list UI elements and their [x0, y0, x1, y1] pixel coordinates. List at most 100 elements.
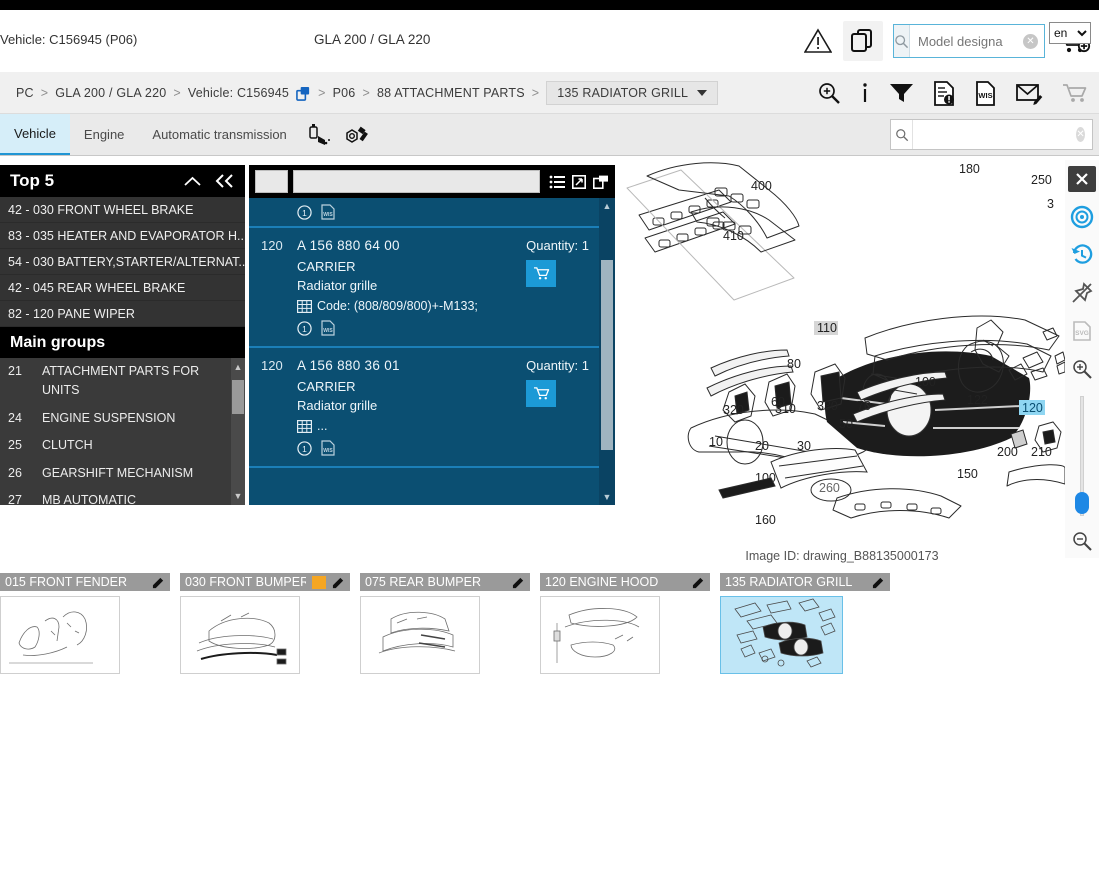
cart-icon[interactable]: [1062, 82, 1089, 105]
edit-icon[interactable]: [152, 576, 165, 589]
info-circle-icon[interactable]: 1: [297, 440, 312, 456]
breadcrumb-current-dropdown[interactable]: 135 RADIATOR GRILL: [546, 81, 719, 105]
scrollbar-thumb[interactable]: [232, 380, 244, 414]
sidebar-item-group-27[interactable]: 27 MB AUTOMATIC: [0, 487, 245, 505]
top5-header: Top 5: [0, 165, 245, 197]
top5-item-3[interactable]: 42 - 045 REAR WHEEL BRAKE: [0, 275, 245, 301]
chevron-double-left-icon[interactable]: [215, 174, 235, 188]
clear-tab-search-icon[interactable]: ✕: [1076, 127, 1085, 142]
filter-icon[interactable]: [889, 81, 914, 105]
part-row-partial[interactable]: 1 WIS: [249, 198, 615, 228]
wis-icon[interactable]: WIS: [321, 204, 335, 220]
document-alert-icon[interactable]: [933, 80, 956, 106]
thumbnail-image[interactable]: [360, 596, 480, 674]
tab-vehicle[interactable]: Vehicle: [0, 114, 70, 155]
group-number: 25: [8, 438, 22, 453]
svg-text:1: 1: [302, 207, 307, 217]
zoom-out-icon[interactable]: [1069, 528, 1095, 554]
info-circle-icon[interactable]: 1: [297, 204, 312, 220]
part-row[interactable]: 120 A 156 880 64 00 CARRIER Radiator gri…: [249, 228, 615, 348]
breadcrumb-copy-icon[interactable]: [296, 86, 311, 101]
top5-item-0[interactable]: 42 - 030 FRONT WHEEL BRAKE: [0, 197, 245, 223]
thumbnail-caption[interactable]: 030 FRONT BUMPER: [180, 573, 350, 591]
copy-icon[interactable]: [843, 21, 883, 61]
sidebar-scrollbar[interactable]: ▲ ▼: [231, 358, 245, 505]
breadcrumb-item-model[interactable]: GLA 200 / GLA 220: [55, 86, 166, 100]
list-view-icon[interactable]: [549, 175, 565, 189]
thumbnail-image[interactable]: [720, 596, 843, 674]
mail-edit-icon[interactable]: [1016, 82, 1043, 105]
thumbnail-caption[interactable]: 120 ENGINE HOOD: [540, 573, 710, 591]
zoom-slider-knob[interactable]: [1075, 492, 1089, 514]
warning-triangle-icon[interactable]: [803, 26, 833, 56]
part-quantity-label: Quantity: 1: [526, 238, 589, 253]
edit-icon[interactable]: [512, 576, 525, 589]
paint-spray-icon[interactable]: [307, 123, 333, 147]
zoom-slider[interactable]: [1075, 396, 1089, 516]
svg-icon[interactable]: SVG: [1069, 318, 1095, 344]
top5-item-1[interactable]: 83 - 035 HEATER AND EVAPORATOR H...: [0, 223, 245, 249]
sidebar-item-group-21[interactable]: 21 ATTACHMENT PARTS FOR UNITS: [0, 358, 245, 405]
parts-filter-small-input[interactable]: [255, 170, 288, 193]
add-to-cart-button[interactable]: [526, 380, 557, 407]
wis-icon[interactable]: WIS: [321, 320, 335, 336]
info-icon[interactable]: [860, 81, 870, 105]
sidebar-item-group-24[interactable]: 24 ENGINE SUSPENSION: [0, 405, 245, 432]
drawing-area: 400 410 100 110 110 180 250 3: [619, 160, 1099, 560]
language-select[interactable]: en: [1049, 22, 1091, 44]
close-icon[interactable]: [1068, 166, 1096, 192]
tab-search-input[interactable]: [913, 121, 1077, 148]
sidebar-item-group-26[interactable]: 26 GEARSHIFT MECHANISM: [0, 460, 245, 487]
breadcrumb-item-p06[interactable]: P06: [333, 86, 356, 100]
thumbnail-image[interactable]: [180, 596, 300, 674]
breadcrumb-item-vehicle[interactable]: Vehicle: C156945: [188, 86, 289, 100]
tab-search-box[interactable]: ✕: [890, 119, 1093, 150]
svg-text:160: 160: [755, 513, 776, 527]
sidebar-item-group-25[interactable]: 25 CLUTCH: [0, 432, 245, 459]
thumbnail-caption[interactable]: 075 REAR BUMPER: [360, 573, 530, 591]
grid-icon: [297, 299, 312, 313]
parts-filter-input[interactable]: [293, 170, 540, 193]
scrollbar-thumb[interactable]: [601, 260, 613, 450]
technical-drawing[interactable]: 400 410 100 110 110 180 250 3: [619, 160, 1065, 558]
wis-icon[interactable]: WIS: [321, 440, 335, 456]
top5-item-4[interactable]: 82 - 120 PANE WIPER: [0, 301, 245, 327]
edit-icon[interactable]: [332, 576, 345, 589]
breadcrumb-item-pc[interactable]: PC: [16, 86, 34, 100]
group-number: 27: [8, 492, 22, 505]
search-icon: [891, 120, 914, 149]
thumbnail-caption[interactable]: 015 FRONT FENDER: [0, 573, 170, 591]
scroll-up-icon[interactable]: ▲: [599, 198, 615, 214]
unpin-icon[interactable]: [1069, 280, 1095, 306]
expand-icon[interactable]: [572, 174, 586, 189]
popout-icon[interactable]: [593, 175, 609, 189]
history-icon[interactable]: [1069, 242, 1095, 268]
zoom-search-icon[interactable]: [817, 81, 841, 105]
drawing-highlighted-callout: 120: [1022, 401, 1043, 415]
wis-document-icon[interactable]: WIS: [975, 80, 997, 106]
add-to-cart-button[interactable]: [526, 260, 557, 287]
tab-engine[interactable]: Engine: [70, 114, 138, 155]
target-icon[interactable]: [1069, 204, 1095, 230]
zoom-in-icon[interactable]: [1069, 356, 1095, 382]
breadcrumb-item-attachment-parts[interactable]: 88 ATTACHMENT PARTS: [377, 86, 525, 100]
edit-icon[interactable]: [692, 576, 705, 589]
thumbnail-caption[interactable]: 135 RADIATOR GRILL: [720, 573, 890, 591]
breadcrumb-separator: >: [40, 86, 49, 100]
bolt-nut-icon[interactable]: [345, 123, 371, 147]
info-circle-icon[interactable]: 1: [297, 320, 312, 336]
tab-automatic-transmission[interactable]: Automatic transmission: [138, 114, 300, 155]
edit-icon[interactable]: [872, 576, 885, 589]
chevron-up-icon[interactable]: [184, 175, 201, 188]
clear-search-icon[interactable]: ✕: [1023, 34, 1038, 49]
thumbnail-cell-front-fender: 015 FRONT FENDER: [0, 573, 170, 674]
model-search-box[interactable]: ✕: [893, 24, 1096, 58]
scroll-down-icon[interactable]: ▼: [599, 489, 615, 505]
part-row[interactable]: 120 A 156 880 36 01 CARRIER Radiator gri…: [249, 348, 615, 468]
thumbnail-image[interactable]: [540, 596, 660, 674]
scroll-down-icon[interactable]: ▼: [231, 489, 245, 503]
parts-scrollbar[interactable]: ▲ ▼: [599, 198, 615, 505]
thumbnail-image[interactable]: [0, 596, 120, 674]
top5-item-2[interactable]: 54 - 030 BATTERY,STARTER/ALTERNAT...: [0, 249, 245, 275]
scroll-up-icon[interactable]: ▲: [231, 360, 245, 374]
